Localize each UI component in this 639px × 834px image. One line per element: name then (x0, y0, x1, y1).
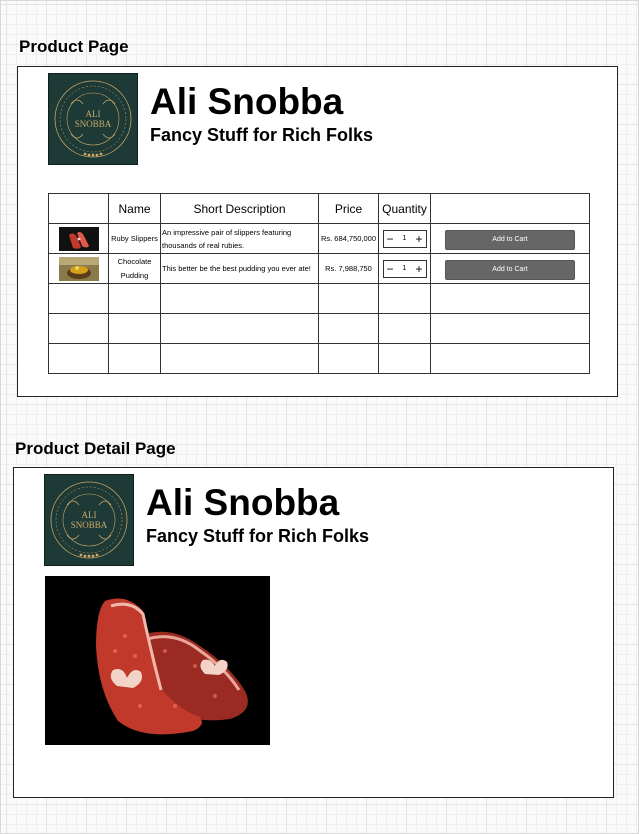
svg-text:ALI: ALI (82, 510, 97, 520)
brand-logo: ALI SNOBBA (44, 474, 134, 566)
plus-icon[interactable]: + (415, 263, 422, 275)
quantity-cell: − 1 + (378, 223, 431, 254)
product-page-frame: ALI SNOBBA Ali Snobba Fancy Stuff for Ri… (17, 66, 618, 397)
minus-icon[interactable]: − (387, 233, 394, 245)
quantity-stepper[interactable]: − 1 + (382, 229, 427, 248)
header-price: Price (318, 193, 379, 224)
svg-text:ALI: ALI (86, 109, 101, 119)
minus-icon[interactable]: − (387, 263, 394, 275)
header-description: Short Description (160, 193, 319, 224)
product-page-heading: Product Page (19, 37, 129, 56)
brand-tagline: Fancy Stuff for Rich Folks (150, 125, 374, 145)
quantity-stepper[interactable]: − 1 + (382, 259, 427, 278)
product-table: Name Short Description Price Quantity Ru… (48, 193, 590, 374)
ruby-slippers-product-image (45, 576, 270, 745)
chocolate-pudding-thumbnail-icon[interactable] (58, 256, 99, 281)
table-row: Chocolate Pudding This better be the bes… (48, 253, 590, 284)
detail-page-frame: ALI SNOBBA Ali Snobba Fancy Stuff for Ri… (13, 467, 614, 798)
svg-text:SNOBBA: SNOBBA (71, 520, 108, 530)
empty-table-row (48, 283, 590, 314)
product-name-cell[interactable]: Ruby Slippers (108, 223, 161, 254)
product-description-cell: This better be the best pudding you ever… (160, 253, 319, 284)
header-name: Name (108, 193, 161, 224)
product-name-cell[interactable]: Chocolate Pudding (108, 253, 161, 284)
product-price-cell: Rs. 7,988,750 (318, 253, 379, 284)
svg-text:SNOBBA: SNOBBA (75, 119, 112, 129)
detail-page-heading: Product Detail Page (15, 439, 176, 458)
header-quantity: Quantity (378, 193, 431, 224)
product-thumbnail-cell (48, 253, 109, 284)
add-to-cart-button[interactable]: Add to Cart (445, 259, 575, 280)
product-description-cell: An impressive pair of slippers featuring… (160, 223, 319, 254)
empty-table-row (48, 313, 590, 344)
product-price-cell: Rs. 684,750,000 (318, 223, 379, 254)
brand-logo: ALI SNOBBA (48, 73, 138, 165)
brand-name: Ali Snobba (146, 482, 340, 523)
plus-icon[interactable]: + (415, 233, 422, 245)
action-cell: Add to Cart (430, 253, 590, 284)
quantity-cell: − 1 + (378, 253, 431, 284)
header-action (430, 193, 590, 224)
product-thumbnail-cell (48, 223, 109, 254)
quantity-value[interactable]: 1 (403, 235, 407, 242)
empty-table-row (48, 343, 590, 374)
table-row: Ruby Slippers An impressive pair of slip… (48, 223, 590, 254)
logo-emblem-icon: ALI SNOBBA (54, 80, 132, 158)
header-image (48, 193, 109, 224)
add-to-cart-button[interactable]: Add to Cart (445, 229, 575, 250)
table-header-row: Name Short Description Price Quantity (48, 193, 590, 224)
brand-tagline: Fancy Stuff for Rich Folks (146, 526, 370, 546)
brand-name: Ali Snobba (150, 81, 344, 122)
ruby-slippers-thumbnail-icon[interactable] (58, 226, 99, 251)
logo-emblem-icon: ALI SNOBBA (50, 481, 128, 559)
action-cell: Add to Cart (430, 223, 590, 254)
quantity-value[interactable]: 1 (403, 265, 407, 272)
